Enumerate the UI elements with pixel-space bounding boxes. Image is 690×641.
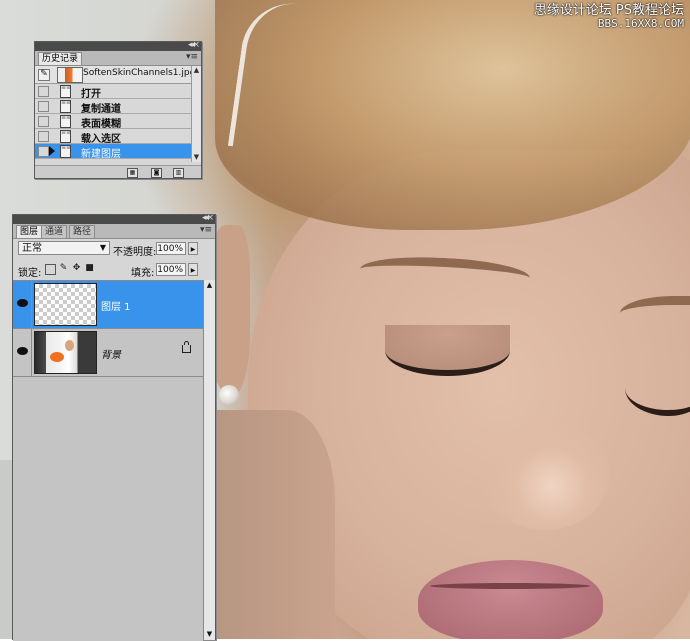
- nose-region: [480, 420, 610, 530]
- layers-panel: ◂◂ × 图层 通道 路径 ▾≡ 正常 ▼ 不透明度: 100% ▶ 锁定: ✎…: [12, 213, 216, 641]
- history-item-surface-blur[interactable]: ≡≡≡ 表面模糊: [35, 114, 191, 130]
- document-icon: ≡≡≡: [60, 130, 71, 143]
- new-document-from-state-icon[interactable]: ▦: [127, 168, 138, 178]
- layer-name[interactable]: 图层 1: [101, 298, 131, 313]
- layers-tabrow: 图层 通道 路径 ▾≡: [13, 224, 215, 239]
- blend-mode-value: 正常: [22, 243, 42, 254]
- scroll-down-icon[interactable]: ▼: [204, 629, 215, 640]
- history-item-label: 打开: [81, 89, 101, 100]
- history-item-new-layer[interactable]: ≡≡≡ 新建图层: [35, 144, 191, 160]
- trash-icon[interactable]: ▥: [173, 168, 184, 178]
- dropdown-arrow-icon: ▼: [99, 243, 106, 252]
- history-list: ✎ SoftenSkinChannels1.jpg ≡≡≡ 打开 ≡≡≡ 复制通…: [35, 66, 195, 160]
- history-titlebar[interactable]: ◂◂ ×: [35, 40, 201, 51]
- history-snapshot[interactable]: ✎ SoftenSkinChannels1.jpg: [35, 66, 195, 84]
- snapshot-thumbnail: [57, 67, 83, 83]
- fill-label: 填充:: [131, 268, 155, 279]
- layer-row-layer1[interactable]: 图层 1: [13, 281, 203, 329]
- earring: [219, 385, 239, 405]
- head-shape: [65, 340, 74, 351]
- watermark: 思缘设计论坛 PS教程论坛 BBS.16XX8.COM: [534, 4, 684, 30]
- tab-channels[interactable]: 通道: [41, 225, 68, 238]
- layers-titlebar[interactable]: ◂◂ ×: [13, 213, 215, 224]
- lock-position-move-icon[interactable]: ✥: [72, 264, 81, 273]
- layers-lock-row: 锁定: ✎ ✥ ■ 填充: 100% ▶: [13, 261, 215, 279]
- scroll-up-icon[interactable]: ▲: [192, 66, 201, 75]
- brush-source-checkbox[interactable]: [38, 146, 49, 157]
- document-icon: ≡≡≡: [60, 115, 71, 128]
- lock-all-icon[interactable]: ■: [85, 264, 94, 273]
- fill-input[interactable]: 100%: [156, 263, 186, 276]
- history-panel: ◂◂ × 历史记录 ▾≡ ✎ SoftenSkinChannels1.jpg ≡…: [34, 40, 202, 179]
- visibility-toggle[interactable]: [13, 329, 32, 376]
- history-bottombar: ▦ ◙ ▥: [35, 165, 201, 178]
- layer-list: 图层 1 背景: [13, 280, 203, 641]
- close-icon[interactable]: ×: [206, 213, 214, 223]
- scroll-down-icon[interactable]: ▼: [192, 153, 201, 162]
- history-item-label: 复制通道: [81, 104, 121, 115]
- new-snapshot-icon[interactable]: ◙: [151, 168, 162, 178]
- opacity-input[interactable]: 100%: [156, 242, 186, 255]
- lock-label: 锁定:: [18, 268, 42, 279]
- document-icon: ≡≡≡: [60, 145, 71, 158]
- history-item-load-selection[interactable]: ≡≡≡ 载入选区: [35, 129, 191, 145]
- history-tabrow: 历史记录 ▾≡: [35, 51, 201, 66]
- close-icon[interactable]: ×: [192, 40, 200, 50]
- history-item-label: 新建图层: [81, 149, 121, 160]
- brush-source-checkbox[interactable]: [38, 86, 49, 97]
- history-item-open[interactable]: ≡≡≡ 打开: [35, 84, 191, 100]
- layer-name[interactable]: 背景: [101, 346, 121, 361]
- lock-icon: [182, 341, 191, 353]
- document-icon: ≡≡≡: [60, 85, 71, 98]
- layer-thumbnail: [34, 331, 97, 374]
- lock-image-brush-icon[interactable]: ✎: [59, 264, 68, 273]
- tab-layers[interactable]: 图层: [16, 225, 43, 238]
- blend-mode-select[interactable]: 正常 ▼: [18, 241, 110, 255]
- tab-history[interactable]: 历史记录: [38, 52, 83, 65]
- watermark-line1: 思缘设计论坛 PS教程论坛: [533, 3, 684, 18]
- eye-icon: [17, 299, 28, 307]
- history-scrollbar[interactable]: ▲ ▼: [191, 66, 201, 162]
- layer-row-background[interactable]: 背景: [13, 329, 203, 377]
- opacity-label: 不透明度:: [113, 247, 157, 258]
- layers-options-row: 正常 ▼ 不透明度: 100% ▶: [13, 239, 215, 259]
- brush-source-checkbox[interactable]: [38, 131, 49, 142]
- lock-transparent-icon[interactable]: [45, 264, 56, 275]
- tab-paths[interactable]: 路径: [69, 225, 96, 238]
- history-item-label: 表面模糊: [81, 119, 121, 130]
- history-item-label: 载入选区: [81, 134, 121, 145]
- canvas-edge: [0, 460, 12, 639]
- lips-region: [418, 560, 603, 639]
- neck-region: [215, 410, 335, 639]
- fill-slider-button[interactable]: ▶: [188, 263, 198, 276]
- scroll-up-icon[interactable]: ▲: [204, 280, 215, 291]
- brush-source-icon[interactable]: ✎: [38, 69, 50, 81]
- panel-menu-icon[interactable]: ▾≡: [186, 52, 198, 62]
- document-icon: ≡≡≡: [60, 100, 71, 113]
- visibility-toggle[interactable]: [13, 281, 32, 328]
- opacity-slider-button[interactable]: ▶: [188, 242, 198, 255]
- snapshot-label: SoftenSkinChannels1.jpg: [83, 68, 196, 78]
- bouquet-shape: [50, 352, 64, 362]
- layers-scrollbar[interactable]: ▲ ▼: [203, 280, 215, 640]
- eye-left: [385, 325, 510, 376]
- watermark-line2: BBS.16XX8.COM: [597, 17, 684, 30]
- panel-menu-icon[interactable]: ▾≡: [200, 225, 212, 235]
- history-state-slider-icon[interactable]: [49, 146, 55, 156]
- history-item-duplicate-channel[interactable]: ≡≡≡ 复制通道: [35, 99, 191, 115]
- brush-source-checkbox[interactable]: [38, 101, 49, 112]
- layer-thumbnail: [34, 283, 97, 326]
- lip-line: [430, 583, 590, 589]
- brush-source-checkbox[interactable]: [38, 116, 49, 127]
- eye-icon: [17, 347, 28, 355]
